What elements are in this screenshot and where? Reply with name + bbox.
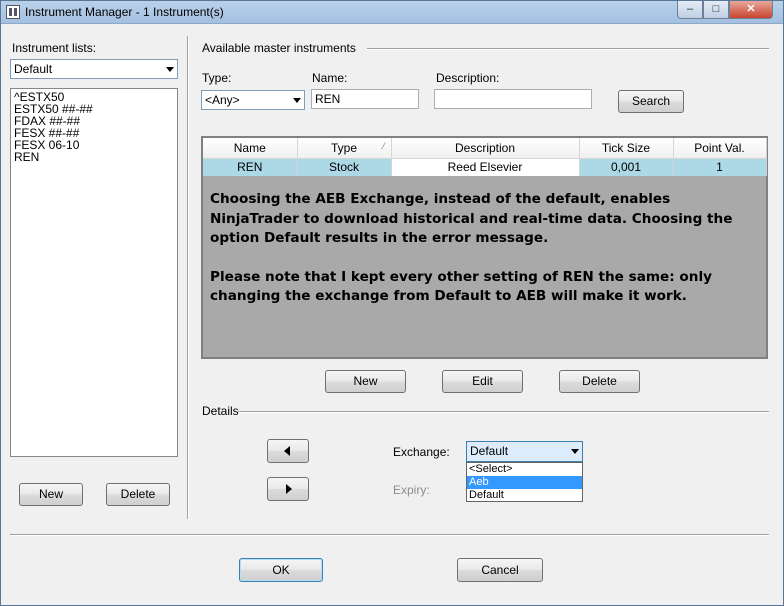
chevron-down-icon — [571, 449, 579, 454]
annotation-note: Choosing the AEB Exchange, instead of th… — [210, 190, 760, 326]
sort-icon: ⁄ — [382, 141, 385, 151]
list-new-button[interactable]: New — [19, 483, 83, 506]
instruments-grid[interactable]: Name Type ⁄ Description Tick Size Point V… — [201, 136, 768, 359]
move-right-button[interactable] — [267, 477, 309, 501]
instrument-manager-window: Instrument Manager - 1 Instrument(s) – □… — [0, 0, 784, 606]
footer-divider — [10, 534, 769, 536]
instrument-lists-label: Instrument lists: — [12, 41, 97, 55]
annotation-paragraph-2: Please note that I kept every other sett… — [210, 268, 712, 305]
instrument-listbox[interactable]: ^ESTX50 ESTX50 ##-## FDAX ##-## FESX ##-… — [10, 88, 178, 457]
exchange-option-highlighted[interactable]: Aeb — [467, 476, 582, 489]
type-value: <Any> — [205, 93, 240, 107]
master-instruments-label: Available master instruments — [202, 41, 356, 55]
exchange-select[interactable]: Default — [466, 441, 583, 462]
arrow-right-icon — [286, 484, 292, 494]
expiry-label: Expiry: — [393, 483, 430, 497]
instrument-delete-button[interactable]: Delete — [559, 370, 640, 393]
instruments-table: Name Type ⁄ Description Tick Size Point V… — [203, 138, 767, 176]
description-label: Description: — [436, 71, 500, 85]
exchange-value: Default — [470, 444, 509, 458]
list-delete-button[interactable]: Delete — [106, 483, 170, 506]
instrument-list-select[interactable]: Default — [10, 59, 178, 79]
window-title: Instrument Manager - 1 Instrument(s) — [25, 5, 224, 19]
cell-description: Reed Elsevier — [391, 158, 580, 176]
chevron-down-icon — [166, 67, 174, 72]
column-header-name[interactable]: Name — [203, 138, 298, 159]
name-input[interactable] — [311, 89, 419, 109]
table-row[interactable]: REN Stock Reed Elsevier 0,001 1 — [203, 158, 767, 176]
section-divider — [367, 48, 769, 50]
column-header-point-value[interactable]: Point Val. — [673, 138, 767, 159]
app-icon — [6, 5, 20, 19]
column-header-type[interactable]: Type ⁄ — [297, 138, 392, 159]
details-label: Details — [202, 404, 239, 418]
column-header-tick-size[interactable]: Tick Size — [579, 138, 674, 159]
exchange-dropdown-list[interactable]: <Select> Aeb Default — [466, 462, 583, 502]
ok-button[interactable]: OK — [239, 558, 323, 582]
details-divider — [238, 411, 769, 413]
exchange-option[interactable]: <Select> — [467, 463, 582, 476]
arrow-left-icon — [284, 446, 290, 456]
instrument-new-button[interactable]: New — [325, 370, 406, 393]
cancel-button[interactable]: Cancel — [457, 558, 543, 582]
type-select[interactable]: <Any> — [201, 90, 305, 110]
type-label: Type: — [202, 71, 232, 85]
maximize-button[interactable]: □ — [703, 1, 729, 19]
cell-type: Stock — [297, 158, 392, 176]
panel-divider — [187, 36, 189, 519]
instrument-edit-button[interactable]: Edit — [442, 370, 523, 393]
title-bar[interactable]: Instrument Manager - 1 Instrument(s) – □… — [1, 1, 783, 24]
cell-point-value: 1 — [673, 158, 767, 176]
exchange-label: Exchange: — [393, 445, 450, 459]
cell-name: REN — [203, 158, 298, 176]
list-item[interactable]: REN — [14, 151, 174, 163]
name-label: Name: — [312, 71, 348, 85]
move-left-button[interactable] — [267, 439, 309, 463]
annotation-paragraph-1: Choosing the AEB Exchange, instead of th… — [210, 191, 733, 246]
chevron-down-icon — [293, 98, 301, 103]
minimize-button[interactable]: – — [677, 1, 703, 19]
column-header-type-label: Type — [330, 140, 357, 155]
close-button[interactable]: ✕ — [729, 1, 773, 19]
description-input[interactable] — [434, 89, 592, 109]
exchange-option[interactable]: Default — [467, 489, 582, 502]
instrument-list-value: Default — [14, 62, 53, 76]
search-button[interactable]: Search — [618, 90, 684, 113]
cell-tick-size: 0,001 — [579, 158, 674, 176]
column-header-description[interactable]: Description — [391, 138, 580, 159]
